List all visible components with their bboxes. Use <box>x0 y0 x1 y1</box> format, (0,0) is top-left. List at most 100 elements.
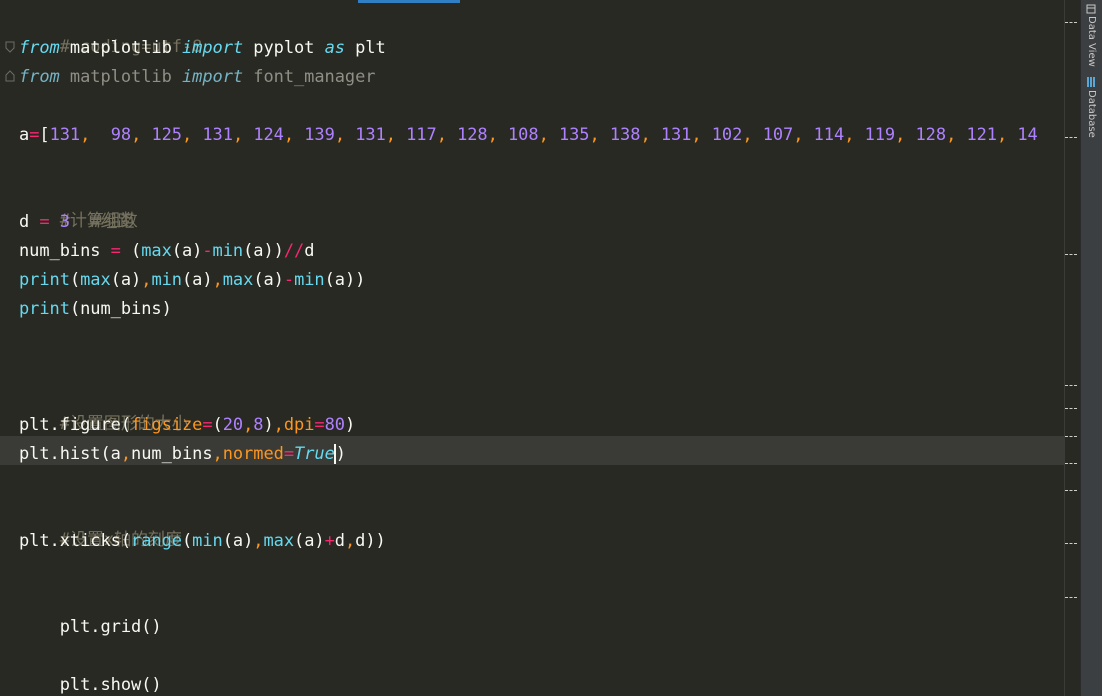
code-line[interactable]: #计算组数 <box>19 179 138 231</box>
list-number: 98 <box>110 125 132 145</box>
code-token: (a) <box>171 241 203 261</box>
code-line[interactable]: from matplotlib import font_manager <box>19 63 376 91</box>
comma: , <box>283 125 295 145</box>
list-number: 107 <box>762 125 794 145</box>
code-line-current[interactable]: plt.hist(a,num_bins,normed=True) <box>19 440 346 468</box>
keyword: from <box>19 67 60 87</box>
scroll-marker[interactable] <box>1065 254 1077 256</box>
data-view-tab-label: Data View <box>1086 16 1097 67</box>
code-line[interactable]: num_bins = (max(a)-min(a))//d <box>19 237 314 265</box>
builtin: min <box>151 270 182 290</box>
database-tab-label: Database <box>1086 90 1097 138</box>
operator: // <box>283 241 305 261</box>
number: 8 <box>253 415 264 435</box>
builtin: print <box>19 270 70 290</box>
scrollbar-marker-gutter[interactable] <box>1064 0 1081 696</box>
code-token: num_bins <box>19 241 111 261</box>
operator: + <box>324 531 335 551</box>
list-number: 128 <box>915 125 947 145</box>
operator: = <box>283 444 295 464</box>
code-line[interactable]: plt.xticks(range(min(a),max(a)+d,d)) <box>19 527 386 555</box>
code-token: ( <box>120 241 142 261</box>
builtin: max <box>263 531 295 551</box>
list-number: 128 <box>457 125 488 145</box>
code-line[interactable]: plt.figure(figsize=(20,8),dpi=80) <box>19 411 355 439</box>
scroll-marker[interactable] <box>1065 436 1077 438</box>
list-number: 125 <box>151 125 182 145</box>
code-line[interactable]: print(num_bins) <box>19 295 172 323</box>
list-number: 135 <box>558 125 590 145</box>
builtin: max <box>141 241 172 261</box>
comma: , <box>793 125 804 145</box>
scroll-marker[interactable] <box>1065 543 1077 545</box>
operator: = <box>202 415 213 435</box>
code-token: plt.figure( <box>19 415 132 435</box>
scroll-marker[interactable] <box>1065 22 1077 24</box>
code-token: (a) <box>222 531 254 551</box>
code-token: plt <box>344 38 386 58</box>
code-line[interactable]: # coding=utf-8 <box>19 5 203 57</box>
code-token: d <box>334 531 345 551</box>
code-token: (a)) <box>243 241 284 261</box>
comma: , <box>232 125 244 145</box>
comma: , <box>131 125 142 145</box>
code-token: (a) <box>294 531 325 551</box>
code-editor[interactable]: # coding=utf-8 from matplotlib import py… <box>0 0 1064 696</box>
list-number: 139 <box>304 125 335 145</box>
operator: = <box>29 125 40 145</box>
code-line[interactable]: plt.show() <box>19 643 162 695</box>
boolean-constant: True <box>294 444 335 464</box>
scroll-marker[interactable] <box>1065 385 1077 387</box>
comma: , <box>997 125 1008 145</box>
comma: , <box>212 444 223 464</box>
number: 3 <box>49 212 70 232</box>
code-line[interactable]: from matplotlib import pyplot as plt <box>19 34 386 62</box>
code-token: [ <box>39 125 50 145</box>
comma: , <box>538 125 549 145</box>
code-token: plt.show() <box>59 675 162 695</box>
code-token: ( <box>212 415 223 435</box>
scroll-marker[interactable] <box>1065 463 1077 465</box>
code-token: plt.hist(a <box>19 444 121 464</box>
number: 20 <box>222 415 244 435</box>
keyword: import <box>181 67 244 87</box>
code-line[interactable]: print(max(a),min(a),max(a)-min(a)) <box>19 266 365 294</box>
fold-end-icon[interactable] <box>5 70 15 82</box>
builtin: min <box>212 241 244 261</box>
list-number: 121 <box>966 125 997 145</box>
code-token: plt.xticks( <box>19 531 132 551</box>
operator: - <box>202 241 213 261</box>
code-line[interactable]: #设置x轴的刻度 <box>19 498 182 550</box>
code-line[interactable]: #设置图形的大小 <box>19 382 189 434</box>
code-token: ( <box>181 531 193 551</box>
database-icon <box>1087 77 1095 87</box>
scroll-marker[interactable] <box>1065 597 1077 599</box>
data-view-tab[interactable]: Data View <box>1083 4 1101 70</box>
code-token: ) <box>263 415 274 435</box>
list-number: 131 <box>355 125 386 145</box>
keyword: import <box>181 38 244 58</box>
database-tab[interactable]: Database <box>1083 76 1101 146</box>
keyword: from <box>19 38 60 58</box>
code-token: matplotlib <box>59 67 182 87</box>
code-line[interactable]: d = 3 #组距 <box>19 208 134 236</box>
scroll-marker[interactable] <box>1065 137 1077 139</box>
comma: , <box>141 270 152 290</box>
code-token: d)) <box>355 531 386 551</box>
code-token: (a)) <box>324 270 366 290</box>
list-number: 114 <box>813 125 845 145</box>
scroll-marker[interactable] <box>1065 408 1077 410</box>
scroll-marker[interactable] <box>1065 490 1077 492</box>
fold-start-icon[interactable] <box>5 41 15 53</box>
comma: , <box>436 125 447 145</box>
code-line[interactable]: a=[131, 98, 125, 131, 124, 139, 131, 117… <box>19 121 1038 149</box>
code-line[interactable]: plt.grid() <box>19 585 162 637</box>
